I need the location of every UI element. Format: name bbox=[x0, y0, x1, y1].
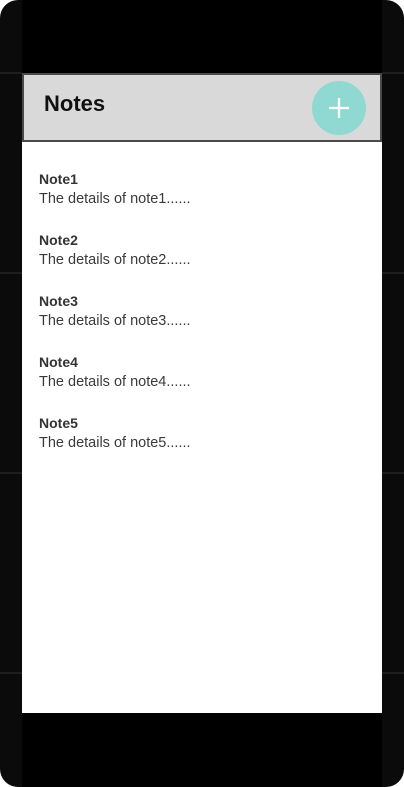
navigation-bar-area bbox=[22, 713, 382, 787]
note-details: The details of note5...... bbox=[39, 435, 191, 451]
plus-icon bbox=[329, 98, 349, 118]
list-item[interactable]: Note5 The details of note5...... bbox=[39, 414, 369, 475]
device-frame: Notes Note1 The details of note1...... N… bbox=[0, 0, 404, 787]
status-bar-area bbox=[22, 0, 382, 73]
list-item[interactable]: Note2 The details of note2...... bbox=[39, 231, 369, 292]
notes-list: Note1 The details of note1...... Note2 T… bbox=[39, 170, 369, 475]
list-item[interactable]: Note1 The details of note1...... bbox=[39, 170, 369, 231]
note-title: Note3 bbox=[39, 293, 78, 309]
note-title: Note1 bbox=[39, 171, 78, 187]
note-title: Note5 bbox=[39, 415, 78, 431]
note-details: The details of note3...... bbox=[39, 313, 191, 329]
note-details: The details of note2...... bbox=[39, 252, 191, 268]
note-details: The details of note4...... bbox=[39, 374, 191, 390]
app-screen: Notes Note1 The details of note1...... N… bbox=[22, 73, 382, 713]
note-title: Note4 bbox=[39, 354, 78, 370]
note-title: Note2 bbox=[39, 232, 78, 248]
app-header: Notes bbox=[22, 73, 382, 142]
add-note-button[interactable] bbox=[312, 81, 366, 135]
list-item[interactable]: Note3 The details of note3...... bbox=[39, 292, 369, 353]
note-details: The details of note1...... bbox=[39, 191, 191, 207]
page-title: Notes bbox=[44, 91, 106, 116]
list-item[interactable]: Note4 The details of note4...... bbox=[39, 353, 369, 414]
